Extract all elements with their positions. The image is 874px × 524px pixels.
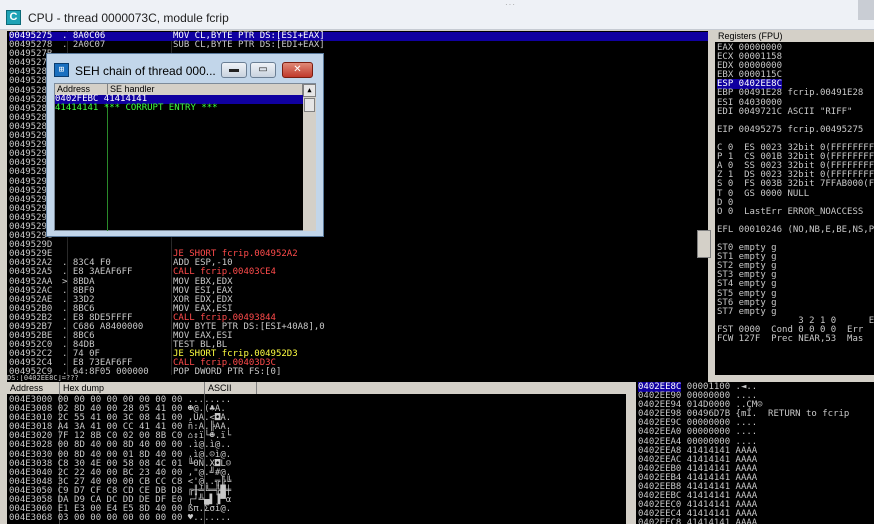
- registers-scroll-handle[interactable]: [697, 230, 711, 258]
- scroll-up-arrow-icon[interactable]: ▲: [303, 84, 316, 97]
- dump-col-address[interactable]: Address: [7, 382, 60, 394]
- disassembly-row[interactable]: 004952B7. C686 A8400000 MOV BYTE PTR DS:[…: [9, 323, 708, 332]
- dump-row[interactable]: 004E3068 03 00 00 00 00 00 00 00 ♥......…: [9, 514, 231, 523]
- seh-address: 41414141: [55, 103, 104, 113]
- seh-titlebar[interactable]: ⊞ SEH chain of thread 000... ▬ ▭ ✕: [47, 54, 323, 84]
- disassembly-row[interactable]: 004952AA > 8BDA MOV EBX,EDX: [9, 277, 708, 287]
- registers-header[interactable]: Registers (FPU): [715, 31, 874, 42]
- resize-grip-icon[interactable]: ···: [505, 0, 516, 9]
- register-text: EDI 0049721C ASCII "RIFF": [717, 106, 853, 117]
- stack-address: 0402EEC8: [638, 518, 682, 524]
- seh-rows[interactable]: 0402FEBC 41414141 41414141 *** CORRUPT EN…: [55, 95, 303, 113]
- info-bar: DS:[0402EE8C]=???: [7, 375, 708, 382]
- register-line[interactable]: FCW 127F Prec NEAR,53 Mas: [717, 335, 874, 344]
- stack-listing[interactable]: 0402EE8C 00001100 .◄.. 0402EE90 00000000 …: [638, 382, 849, 524]
- disassembly-row[interactable]: 0049529D: [9, 241, 708, 250]
- disassembly-row[interactable]: 004952BE. 8BC6 MOV EAX,ESI: [9, 332, 708, 341]
- dump-col-ascii[interactable]: ASCII: [205, 382, 257, 394]
- window-title: CPU - thread 0000073C, module fcrip: [28, 11, 229, 25]
- instruction-bytes: . 2A0C07: [62, 40, 106, 51]
- instruction-text: SUB CL,BYTE PTR DS:[EDI+EAX]: [173, 40, 325, 51]
- register-text: EFL 00010246 (NO,NB,E,BE,NS,PE): [717, 224, 874, 235]
- seh-row[interactable]: 41414141 *** CORRUPT ENTRY ***: [55, 104, 303, 113]
- seh-chain-table[interactable]: Address SE handler 0402FEBC 41414141 4141…: [54, 83, 316, 231]
- disassembly-row[interactable]: 004952AE. 33D2 XOR EDX,EDX: [9, 295, 708, 305]
- register-text: EIP 00495275 fcrip.00495275: [717, 124, 864, 135]
- dump-header: Address Hex dump ASCII: [7, 382, 626, 394]
- seh-window-title: SEH chain of thread 000...: [75, 64, 216, 78]
- window-corner-button[interactable]: [858, 0, 874, 20]
- stack-pane[interactable]: 0402EE8C 00001100 .◄.. 0402EE90 00000000 …: [636, 382, 874, 524]
- disassembly-row[interactable]: 004952C0. 84DB TEST BL,BL: [9, 341, 708, 350]
- seh-chain-window[interactable]: ⊞ SEH chain of thread 000... ▬ ▭ ✕ Addre…: [46, 53, 324, 237]
- seh-handler: *** CORRUPT ENTRY ***: [103, 103, 218, 113]
- dump-listing[interactable]: 004E3000 00 00 00 00 00 00 00 00 .......…: [9, 395, 231, 523]
- seh-window-icon[interactable]: ⊞: [54, 63, 69, 77]
- register-line[interactable]: EFL 00010246 (NO,NB,E,BE,NS,PE): [717, 224, 874, 235]
- register-text: FCW 127F Prec NEAR,53 Mas: [717, 334, 864, 344]
- instruction-text: POP DWORD PTR FS:[0]: [173, 367, 282, 375]
- stack-comment: AAAA: [735, 518, 758, 524]
- app-cpu-icon[interactable]: C: [6, 10, 21, 25]
- register-line[interactable]: EDI 0049721C ASCII "RIFF": [717, 106, 874, 117]
- register-line[interactable]: T 0 GS 0000 NULL: [717, 189, 874, 199]
- register-line[interactable]: EIP 00495275 fcrip.00495275: [717, 124, 874, 135]
- window-titlebar[interactable]: C CPU - thread 0000073C, module fcrip ··…: [0, 0, 874, 30]
- stack-value: 41414141: [681, 518, 736, 524]
- disassembly-row[interactable]: 00495275. 8A0C06 MOV CL,BYTE PTR DS:[ESI+…: [9, 32, 708, 42]
- close-button[interactable]: ✕: [282, 62, 313, 78]
- disassembly-row[interactable]: 00495278. 2A0C07 SUB CL,BYTE PTR DS:[EDI+…: [9, 41, 708, 50]
- column-divider: [107, 95, 108, 231]
- stack-row[interactable]: 0402EEC8 41414141 AAAA: [638, 519, 849, 524]
- pane-splitter[interactable]: [626, 382, 636, 524]
- disassembly-row[interactable]: 004952AC. 8BF0 MOV ESI,EAX: [9, 286, 708, 296]
- register-text: O 0 LastErr ERROR_NOACCESS: [717, 206, 864, 217]
- disassembly-row[interactable]: 004952A5. E8 3AEAF6FF CALL fcrip.00403CE4: [9, 268, 708, 277]
- register-line[interactable]: O 0 LastErr ERROR_NOACCESS: [717, 206, 874, 217]
- maximize-button[interactable]: ▭: [250, 62, 276, 78]
- dump-pane[interactable]: Address Hex dump ASCII 004E3000 00 00 00…: [7, 382, 626, 524]
- seh-scroll-thumb[interactable]: [304, 98, 315, 112]
- dump-col-hex[interactable]: Hex dump: [60, 382, 205, 394]
- registers-list[interactable]: EAX 00000000 ECX 00001158 EDX 00000000 EBX …: [717, 44, 874, 344]
- disassembly-row[interactable]: 0049529E JE SHORT fcrip.004952A2: [9, 250, 708, 259]
- registers-pane[interactable]: Registers (FPU) EAX 00000000 ECX 00001158…: [715, 31, 874, 375]
- minimize-button[interactable]: ▬: [221, 62, 247, 78]
